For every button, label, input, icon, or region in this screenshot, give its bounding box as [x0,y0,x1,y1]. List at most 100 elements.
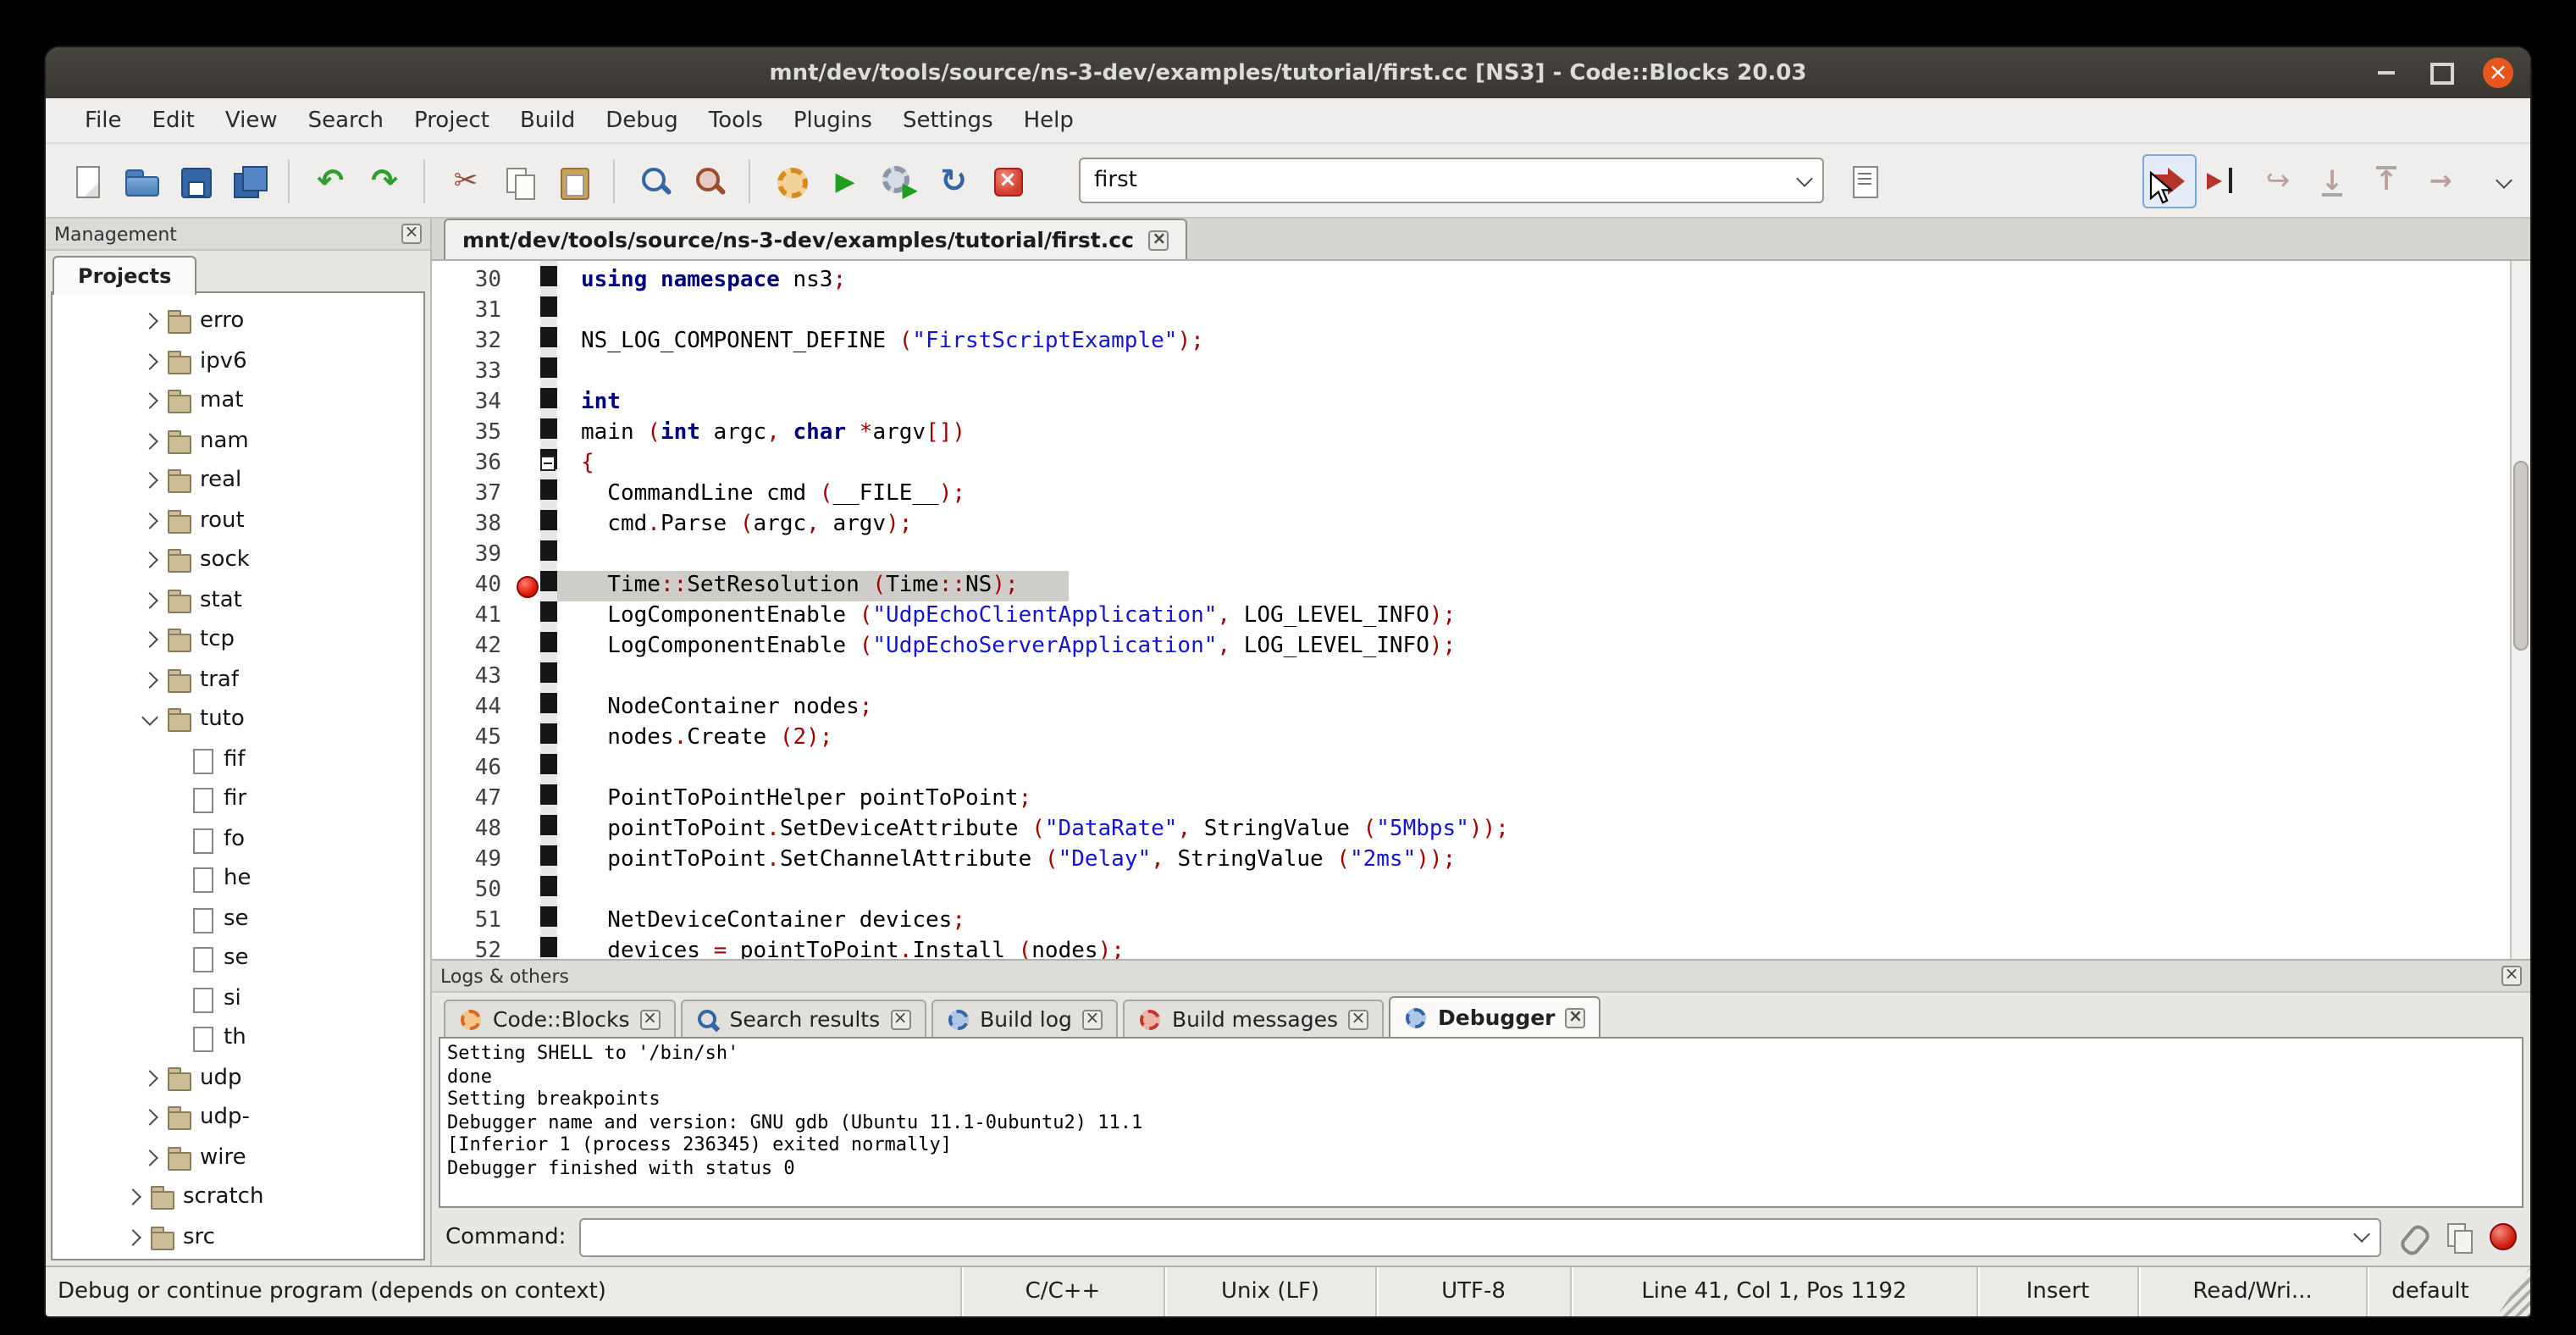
tree-item-udp-[interactable]: udp- [53,1098,423,1138]
code-line-30[interactable]: 30using namespace ns3; [432,266,2510,296]
code-line-46[interactable]: 46 [432,754,2510,784]
minimize-icon[interactable] [2371,58,2402,88]
chevron-right-icon[interactable] [141,353,158,370]
tree-item-fo[interactable]: fo [53,819,423,859]
title-bar[interactable]: mnt/dev/tools/source/ns-3-dev/examples/t… [46,47,2530,98]
tree-item-he[interactable]: he [53,859,423,899]
tree-item-ipv6[interactable]: ipv6 [53,341,423,381]
close-tab-icon[interactable] [1149,230,1169,250]
close-tab-icon[interactable] [890,1009,910,1029]
chevron-right-icon[interactable] [141,1110,158,1127]
code-line-47[interactable]: 47 PointToPointHelper pointToPoint; [432,784,2510,815]
logs-tab-search-results[interactable]: Search results [681,1000,926,1037]
chevron-right-icon[interactable] [141,512,158,529]
code-line-41[interactable]: 41 LogComponentEnable ("UdpEchoClientApp… [432,601,2510,632]
build-button[interactable] [764,153,818,208]
command-input-combo[interactable] [579,1217,2381,1256]
chevron-right-icon[interactable] [141,632,158,649]
logs-tab-code-blocks[interactable]: Code::Blocks [444,1000,676,1037]
menu-view[interactable]: View [210,101,293,140]
code-line-31[interactable]: 31 [432,296,2510,327]
code-line-51[interactable]: 51 NetDeviceContainer devices; [432,906,2510,937]
tab-projects[interactable]: Projects [53,256,196,295]
command-dropdown[interactable] [2342,1219,2380,1255]
close-tab-icon[interactable] [1566,1007,1586,1028]
toolbar-overflow-chevron[interactable] [2496,172,2512,189]
paste-button[interactable] [547,153,601,208]
stop-debugger-button[interactable] [2490,1223,2517,1250]
breakpoint-margin[interactable] [517,906,540,937]
chevron-right-icon[interactable] [141,473,158,490]
next-line-button[interactable] [2251,153,2305,208]
close-tab-icon[interactable] [1082,1009,1103,1029]
breakpoint-margin[interactable] [517,571,540,601]
close-logs-icon[interactable] [2501,966,2522,986]
tree-item-sock[interactable]: sock [53,540,423,580]
breakpoint-margin[interactable] [517,388,540,418]
attach-button[interactable] [2395,1220,2429,1254]
chevron-right-icon[interactable] [141,672,158,689]
close-icon[interactable] [2483,58,2513,88]
tree-item-th[interactable]: th [53,1018,423,1058]
rebuild-button[interactable] [926,153,981,208]
code-line-34[interactable]: 34int [432,388,2510,418]
breakpoint-margin[interactable] [517,327,540,357]
code-line-36[interactable]: 36{ [432,449,2510,479]
debug-continue-button[interactable] [2142,153,2197,208]
tree-item-mat[interactable]: mat [53,381,423,421]
tree-item-fif[interactable]: fif [53,740,423,779]
open-file-button[interactable] [113,153,168,208]
menu-debug[interactable]: Debug [590,101,694,140]
redo-button[interactable] [357,153,412,208]
code-line-33[interactable]: 33 [432,357,2510,388]
code-area[interactable]: 30using namespace ns3;3132NS_LOG_COMPONE… [432,261,2510,959]
breakpoint-margin[interactable] [517,296,540,327]
breakpoint-margin[interactable] [517,937,540,959]
code-line-42[interactable]: 42 LogComponentEnable ("UdpEchoServerApp… [432,632,2510,662]
compiler-options-button[interactable] [1838,153,1892,208]
breakpoint-margin[interactable] [517,601,540,632]
step-out-button[interactable] [2359,153,2413,208]
tree-item-tuto[interactable]: tuto [53,700,423,740]
build-target-combo[interactable] [1079,158,1824,203]
breakpoint-margin[interactable] [517,784,540,815]
step-into-button[interactable] [2305,153,2359,208]
tree-item-wire[interactable]: wire [53,1138,423,1177]
cut-button[interactable] [439,153,493,208]
new-file-button[interactable] [59,153,113,208]
undo-button[interactable] [303,153,357,208]
breakpoint-margin[interactable] [517,723,540,754]
breakpoint-margin[interactable] [517,815,540,845]
menu-settings[interactable]: Settings [887,101,1009,140]
editor-scrollbar[interactable] [2510,261,2530,959]
breakpoint-margin[interactable] [517,510,540,540]
code-line-43[interactable]: 43 [432,662,2510,693]
chevron-right-icon[interactable] [124,1189,141,1206]
breakpoint-margin[interactable] [517,266,540,296]
chevron-right-icon[interactable] [141,313,158,330]
scrollbar-thumb[interactable] [2513,461,2529,651]
close-management-icon[interactable] [401,224,422,244]
code-line-35[interactable]: 35main (int argc, char *argv[]) [432,418,2510,449]
breakpoint-margin[interactable] [517,632,540,662]
menu-file[interactable]: File [69,101,137,140]
project-tree[interactable]: erroipv6matnamrealroutsockstattcptraftut… [51,291,425,1260]
abort-build-button[interactable] [981,153,1035,208]
breakpoint-margin[interactable] [517,876,540,906]
code-line-40[interactable]: 40 Time::SetResolution (Time::NS); [432,571,2510,601]
code-line-45[interactable]: 45 nodes.Create (2); [432,723,2510,754]
breakpoint-margin[interactable] [517,693,540,723]
tree-item-udp[interactable]: udp [53,1058,423,1098]
tree-item-erro[interactable]: erro [53,302,423,341]
resize-grip[interactable] [2496,1267,2530,1316]
save-all-button[interactable] [222,153,276,208]
tree-item-nam[interactable]: nam [53,421,423,461]
logs-tab-debugger[interactable]: Debugger [1389,996,1601,1037]
tree-item-real[interactable]: real [53,461,423,501]
code-line-44[interactable]: 44 NodeContainer nodes; [432,693,2510,723]
breakpoint-margin[interactable] [517,662,540,693]
build-and-run-button[interactable] [872,153,926,208]
code-line-37[interactable]: 37 CommandLine cmd (__FILE__); [432,479,2510,510]
menu-build[interactable]: Build [505,101,590,140]
copy-log-button[interactable] [2442,1220,2476,1254]
